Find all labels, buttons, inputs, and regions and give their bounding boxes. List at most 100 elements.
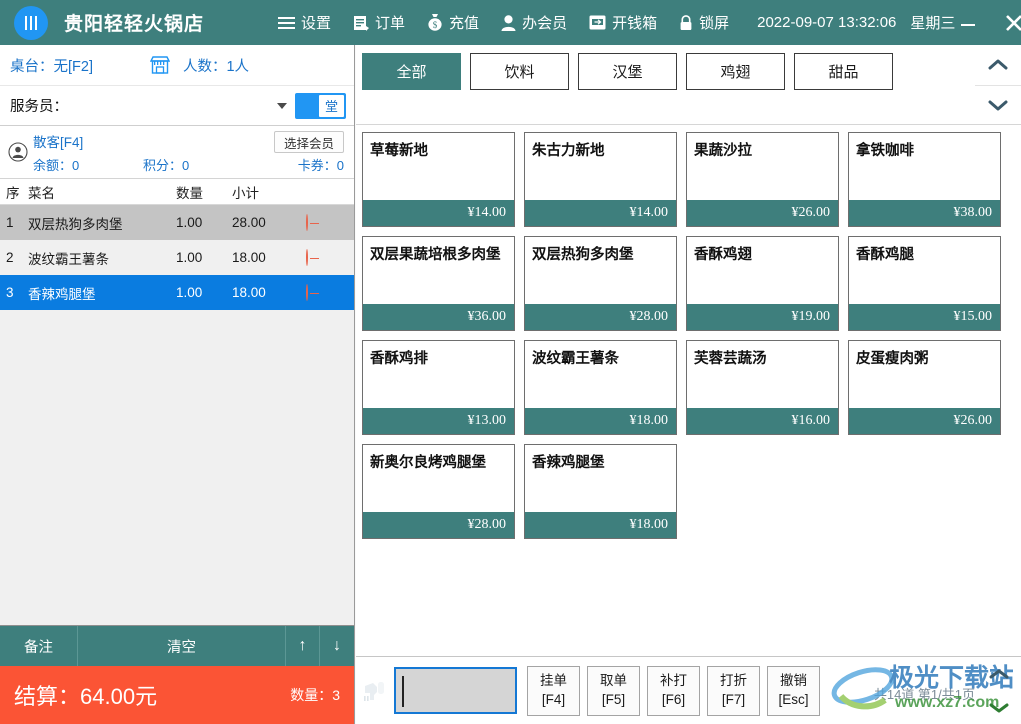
header-item-orders[interactable]: 订单 bbox=[353, 12, 405, 33]
product-name: 果蔬沙拉 bbox=[694, 143, 752, 159]
category-tab[interactable]: 全部 bbox=[362, 53, 461, 90]
product-card[interactable]: 香酥鸡翅 ¥19.00 bbox=[686, 236, 839, 331]
cash-drawer-icon bbox=[589, 15, 606, 30]
header-item-lock-label: 锁屏 bbox=[699, 15, 730, 32]
category-tab-label: 汉堡 bbox=[612, 64, 643, 81]
product-name: 芙蓉芸蔬汤 bbox=[694, 351, 767, 367]
pos-application: 贵阳轻轻火锅店 设置 订单 $ 充值 办会员 开钱箱 锁屏 2022-09-07… bbox=[0, 0, 1021, 724]
product-card[interactable]: 果蔬沙拉 ¥26.00 bbox=[686, 132, 839, 227]
product-card[interactable]: 双层果蔬培根多肉堡 ¥36.00 bbox=[362, 236, 515, 331]
product-card[interactable]: 新奥尔良烤鸡腿堡 ¥28.00 bbox=[362, 444, 515, 539]
member-balance: 余额：0 bbox=[33, 158, 80, 173]
product-price: ¥28.00 bbox=[525, 304, 676, 330]
category-tab[interactable]: 汉堡 bbox=[578, 53, 677, 90]
header-item-recharge-label: 充值 bbox=[449, 15, 480, 32]
order-row[interactable]: 2 波纹霸王薯条 1.00 18.00 bbox=[0, 240, 354, 275]
table-selector[interactable]: 桌台：无[F2] bbox=[10, 55, 93, 76]
header-item-member-label: 办会员 bbox=[522, 15, 568, 32]
minimize-button[interactable] bbox=[955, 10, 981, 36]
order-action-bar: 备注 清空 ↑ ↓ bbox=[0, 625, 354, 666]
people-count[interactable]: 人数：1人 bbox=[183, 55, 249, 76]
note-button[interactable]: 备注 bbox=[0, 626, 78, 666]
category-list[interactable]: 全部 饮料 汉堡 鸡翅 甜品 bbox=[356, 45, 1021, 90]
category-scroll-up-button[interactable] bbox=[975, 45, 1021, 86]
order-row[interactable]: 1 双层热狗多肉堡 1.00 28.00 bbox=[0, 205, 354, 240]
order-row-qty: 1.00 bbox=[176, 285, 203, 300]
server-select[interactable] bbox=[68, 102, 295, 109]
product-card[interactable]: 草莓新地 ¥14.00 bbox=[362, 132, 515, 227]
product-card[interactable]: 拿铁咖啡 ¥38.00 bbox=[848, 132, 1001, 227]
category-tab-label: 鸡翅 bbox=[720, 64, 751, 81]
bottom-toolbar: 挂单 [F4] 取单 [F5] 补打 [F6] 打折 [F7] 撤销 [Esc] 共14道 第1/… bbox=[356, 656, 1021, 724]
product-name: 波纹霸王薯条 bbox=[532, 351, 619, 367]
order-table-body[interactable]: 1 双层热狗多肉堡 1.00 28.00 2 波纹霸王薯条 1.00 18.00 3 香辣鸡腿堡 1… bbox=[0, 205, 354, 625]
server-label: 服务员： bbox=[10, 99, 68, 115]
product-price: ¥13.00 bbox=[363, 408, 514, 434]
clear-button[interactable]: 清空 bbox=[78, 626, 286, 666]
order-row-name: 波纹霸王薯条 bbox=[28, 251, 109, 267]
function-button-group[interactable]: 挂单 [F4] 取单 [F5] 补打 [F6] 打折 [F7] 撤销 [Esc] bbox=[527, 665, 820, 716]
function-button[interactable]: 挂单 [F4] bbox=[527, 665, 580, 716]
page-scroll-up-button[interactable] bbox=[979, 657, 1019, 691]
product-price: ¥26.00 bbox=[849, 408, 1000, 434]
order-row[interactable]: 3 香辣鸡腿堡 1.00 18.00 bbox=[0, 275, 354, 310]
lock-icon bbox=[679, 14, 693, 31]
function-button[interactable]: 取单 [F5] bbox=[587, 665, 640, 716]
function-button[interactable]: 撤销 [Esc] bbox=[767, 665, 820, 716]
product-card[interactable]: 波纹霸王薯条 ¥18.00 bbox=[524, 340, 677, 435]
close-button[interactable] bbox=[1001, 10, 1021, 36]
svg-text:$: $ bbox=[433, 20, 438, 30]
product-name: 香酥鸡排 bbox=[370, 351, 428, 367]
function-button[interactable]: 补打 [F6] bbox=[647, 665, 700, 716]
header-item-cashbox[interactable]: 开钱箱 bbox=[589, 12, 657, 33]
category-scroll-down-button[interactable] bbox=[975, 86, 1021, 126]
member-points: 积分：0 bbox=[143, 158, 190, 173]
category-tab[interactable]: 鸡翅 bbox=[686, 53, 785, 90]
header-item-settings-label: 设置 bbox=[301, 15, 332, 32]
header-item-lock[interactable]: 锁屏 bbox=[679, 12, 729, 33]
dine-mode-toggle[interactable]: 堂 bbox=[295, 92, 346, 119]
order-row-name: 香辣鸡腿堡 bbox=[28, 286, 96, 302]
function-button-label: 撤销 bbox=[780, 673, 807, 689]
member-row: 散客[F4] 选择会员 余额：0 积分：0 卡券：0 bbox=[0, 126, 354, 179]
function-button[interactable]: 打折 [F7] bbox=[707, 665, 760, 716]
header-item-recharge[interactable]: $ 充值 bbox=[427, 12, 479, 33]
user-avatar-icon bbox=[8, 142, 28, 162]
member-coupons: 卡券：0 bbox=[297, 158, 344, 173]
order-row-seq: 1 bbox=[6, 215, 14, 230]
order-table-header: 序 菜名 数量 小计 bbox=[0, 179, 354, 205]
function-button-label: 补打 bbox=[660, 673, 687, 689]
product-price: ¥18.00 bbox=[525, 408, 676, 434]
settle-bar[interactable]: 结算：64.00元 数量：3 bbox=[0, 666, 354, 724]
barcode-input[interactable] bbox=[394, 667, 517, 714]
title-bar: 贵阳轻轻火锅店 设置 订单 $ 充值 办会员 开钱箱 锁屏 2022-09-07… bbox=[0, 0, 1021, 45]
category-tab[interactable]: 饮料 bbox=[470, 53, 569, 90]
function-button-label: 打折 bbox=[720, 673, 747, 689]
minus-circle-icon[interactable] bbox=[306, 214, 308, 231]
minus-circle-icon[interactable] bbox=[306, 249, 308, 266]
product-price: ¥28.00 bbox=[363, 512, 514, 538]
minus-circle-icon[interactable] bbox=[306, 284, 308, 301]
product-card[interactable]: 皮蛋瘦肉粥 ¥26.00 bbox=[848, 340, 1001, 435]
order-panel: 桌台：无[F2] 人数：1人 服务员： 堂 散客[F4] 选择会员 余额：0 积… bbox=[0, 45, 355, 724]
product-card[interactable]: 香辣鸡腿堡 ¥18.00 bbox=[524, 444, 677, 539]
page-scroll-down-button[interactable] bbox=[979, 691, 1019, 724]
product-grid[interactable]: 草莓新地 ¥14.00 朱古力新地 ¥14.00 果蔬沙拉 ¥26.00 拿铁咖啡 ¥38.0… bbox=[356, 125, 1021, 656]
product-card[interactable]: 双层热狗多肉堡 ¥28.00 bbox=[524, 236, 677, 331]
function-button-key: [Esc] bbox=[778, 691, 809, 707]
arrow-down-icon[interactable]: ↓ bbox=[320, 626, 354, 666]
product-name: 香酥鸡腿 bbox=[856, 247, 914, 263]
product-card[interactable]: 香酥鸡排 ¥13.00 bbox=[362, 340, 515, 435]
category-tab[interactable]: 甜品 bbox=[794, 53, 893, 90]
product-card[interactable]: 香酥鸡腿 ¥15.00 bbox=[848, 236, 1001, 331]
header-item-settings[interactable]: 设置 bbox=[278, 12, 331, 33]
product-card[interactable]: 朱古力新地 ¥14.00 bbox=[524, 132, 677, 227]
header-item-member[interactable]: 办会员 bbox=[501, 12, 567, 33]
function-button-label: 取单 bbox=[600, 673, 627, 689]
arrow-up-icon[interactable]: ↑ bbox=[286, 626, 320, 666]
app-logo-icon bbox=[14, 5, 48, 40]
product-card[interactable]: 芙蓉芸蔬汤 ¥16.00 bbox=[686, 340, 839, 435]
select-member-button[interactable]: 选择会员 bbox=[273, 131, 344, 153]
header-item-orders-label: 订单 bbox=[375, 15, 406, 32]
member-name[interactable]: 散客[F4] bbox=[33, 131, 83, 151]
